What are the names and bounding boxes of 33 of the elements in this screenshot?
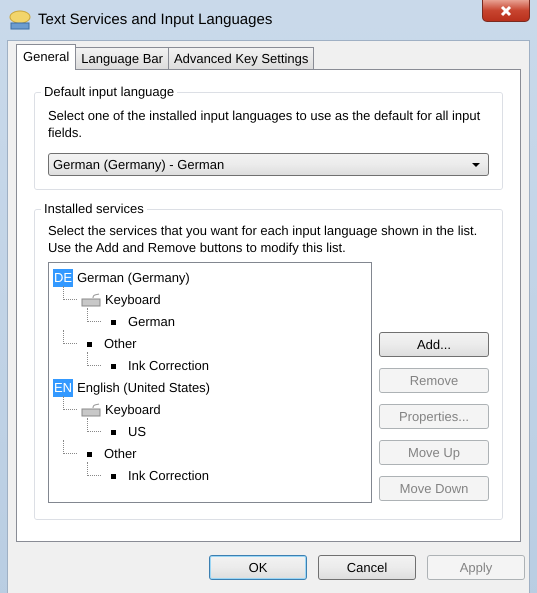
bullet-icon <box>111 320 116 324</box>
language-code: DE <box>53 269 74 287</box>
close-icon <box>500 4 512 16</box>
tree-item[interactable]: German <box>128 312 175 332</box>
group-heading: Default input language <box>41 84 178 100</box>
app-icon <box>8 9 32 31</box>
tree-item[interactable]: German (Germany) <box>77 268 190 288</box>
tab[interactable]: Advanced Key Settings <box>168 47 314 69</box>
bullet-icon <box>87 342 92 346</box>
language-dropdown[interactable]: German (Germany) - German <box>48 153 489 176</box>
action-button[interactable]: Add... <box>379 332 489 357</box>
language-code: EN <box>53 379 74 397</box>
bullet-icon <box>87 452 92 456</box>
tree-item[interactable]: Ink Correction <box>128 466 209 486</box>
tree-item[interactable]: English (United States) <box>77 378 210 398</box>
bullet-icon <box>111 430 116 434</box>
window-title: Text Services and Input Languages <box>38 10 272 30</box>
description-text: Select one of the installed input languages to use as the default for all input fields. <box>48 107 482 141</box>
tree-item[interactable]: Ink Correction <box>128 356 209 376</box>
description-text: Select the services that you want for each input language shown in the list. Use the Add and Remove buttons to modify this list. <box>48 222 478 256</box>
tab[interactable]: Language Bar <box>75 47 169 69</box>
bullet-icon <box>111 474 116 478</box>
dropdown-arrow-icon <box>472 162 480 166</box>
dialog-button[interactable]: OK <box>209 555 307 580</box>
tree-item[interactable]: US <box>128 422 146 442</box>
tree-item[interactable]: Other <box>104 444 137 464</box>
close-button[interactable] <box>482 0 530 22</box>
tab[interactable]: General <box>16 44 76 70</box>
dialog-button[interactable]: Cancel <box>318 555 416 580</box>
tree-item[interactable]: Keyboard <box>105 290 161 310</box>
tree-item[interactable]: Other <box>104 334 137 354</box>
tree-item[interactable]: Keyboard <box>105 400 161 420</box>
bullet-icon <box>111 364 116 368</box>
